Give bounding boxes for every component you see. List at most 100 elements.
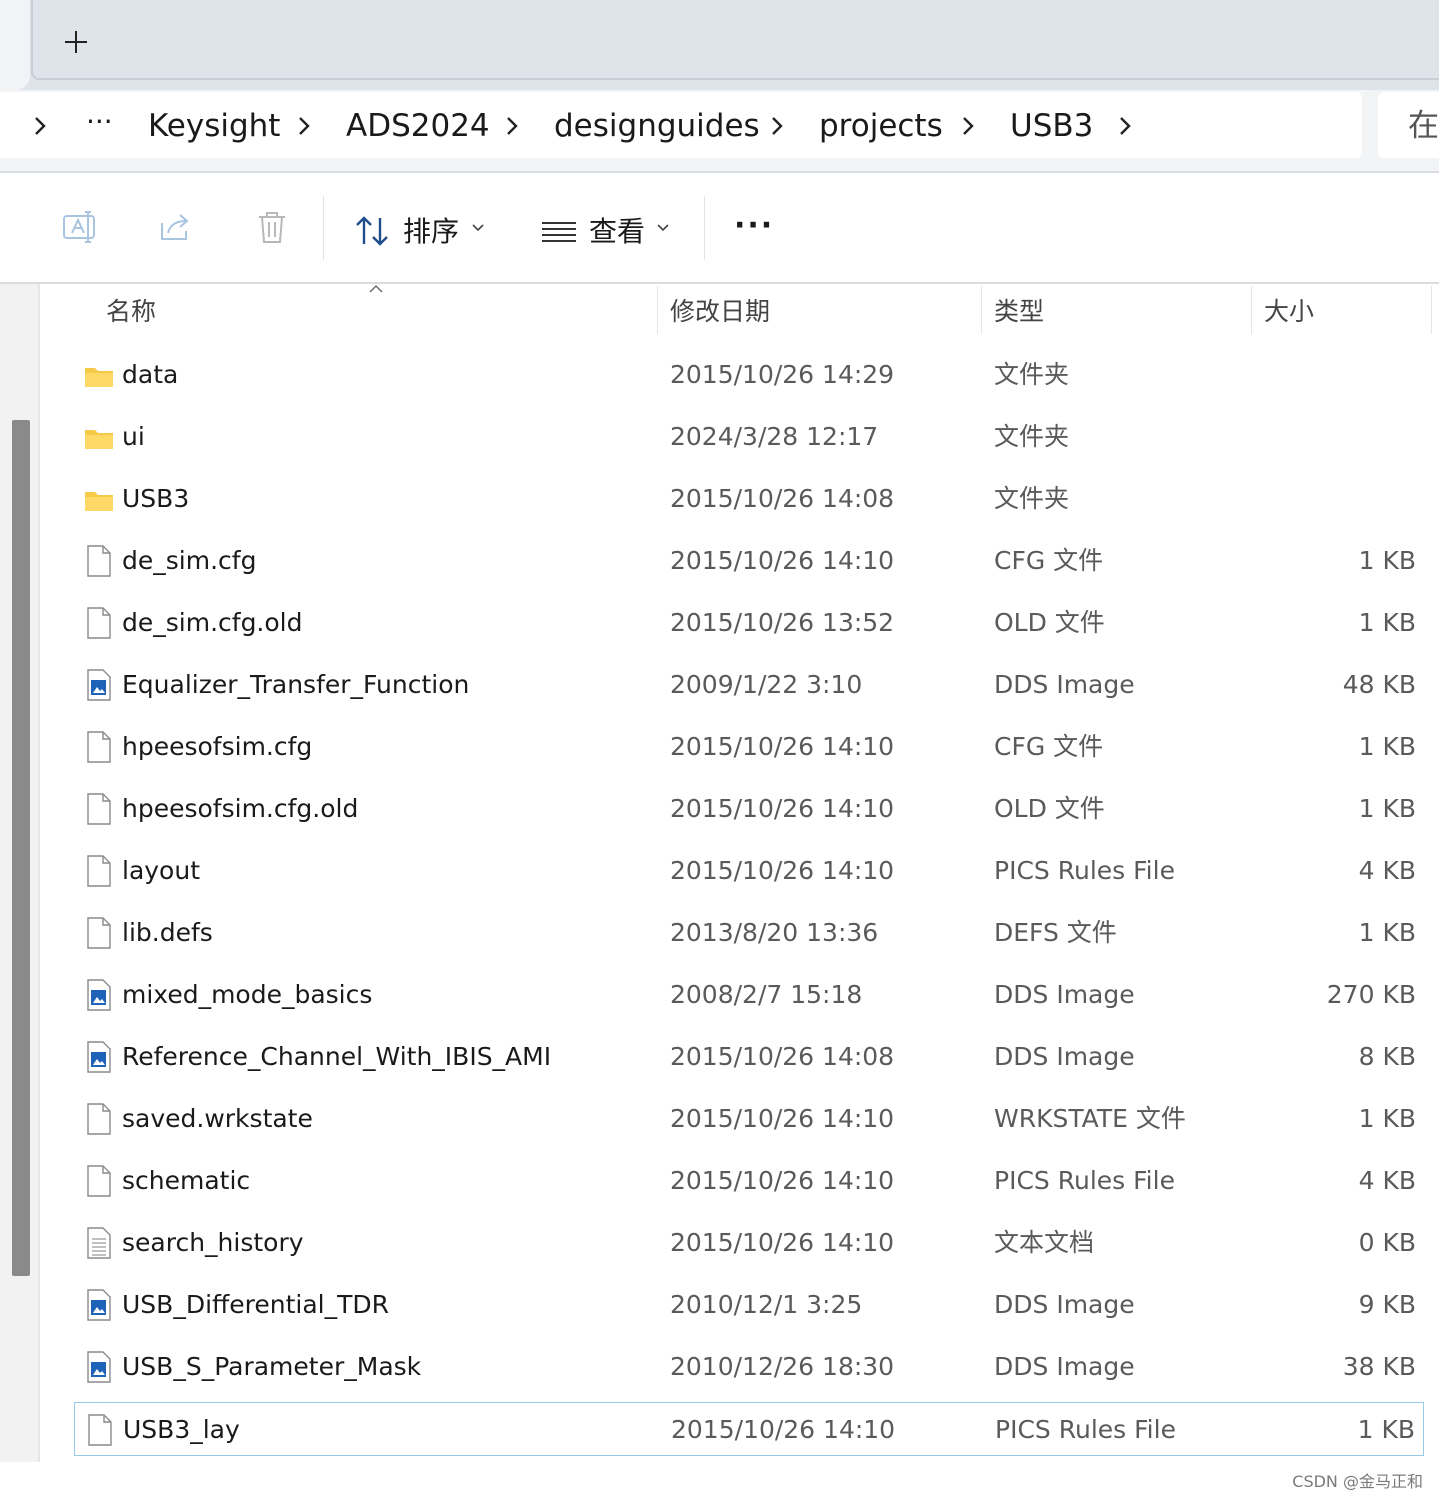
file-row[interactable]: USB_Differential_TDR 2010/12/1 3:25 DDS Im… xyxy=(74,1278,1424,1332)
file-row[interactable]: USB3 2015/10/26 14:08 文件夹 xyxy=(74,472,1424,526)
file-row[interactable]: ui 2024/3/28 12:17 文件夹 xyxy=(74,410,1424,464)
file-type: DDS Image xyxy=(994,670,1135,699)
file-size: 0 KB xyxy=(1358,1228,1416,1257)
folder-icon xyxy=(84,358,114,392)
file-row[interactable]: de_sim.cfg.old 2015/10/26 13:52 OLD 文件 1 KB xyxy=(74,596,1424,650)
chevron-right-icon[interactable] xyxy=(292,108,318,144)
file-row[interactable]: mixed_mode_basics 2008/2/7 15:18 DDS Image… xyxy=(74,968,1424,1022)
file-icon xyxy=(84,730,114,764)
file-type: 文件夹 xyxy=(994,484,1070,513)
file-name: de_sim.cfg.old xyxy=(122,608,303,637)
chevron-right-icon[interactable] xyxy=(1113,108,1139,144)
breadcrumb-item-designguides[interactable]: designguides xyxy=(554,104,760,148)
file-row[interactable]: schematic 2015/10/26 14:10 PICS Rules File… xyxy=(74,1154,1424,1208)
breadcrumb-overflow[interactable]: ··· xyxy=(86,100,113,144)
file-modified-date: 2013/8/20 13:36 xyxy=(670,918,879,947)
file-row[interactable]: layout 2015/10/26 14:10 PICS Rules File 4 K… xyxy=(74,844,1424,898)
file-size: 48 KB xyxy=(1342,670,1416,699)
file-name: lib.defs xyxy=(122,918,213,947)
image-file-icon xyxy=(84,1040,114,1074)
file-modified-date: 2008/2/7 15:18 xyxy=(670,980,863,1009)
share-icon[interactable] xyxy=(154,205,198,249)
file-size: 38 KB xyxy=(1342,1352,1416,1381)
breadcrumb-item-keysight[interactable]: Keysight xyxy=(148,104,280,148)
file-row[interactable]: search_history 2015/10/26 14:10 文本文档 0 KB xyxy=(74,1216,1424,1270)
chevron-right-icon[interactable] xyxy=(500,108,526,144)
file-icon xyxy=(84,606,114,640)
file-name: saved.wrkstate xyxy=(122,1104,313,1133)
column-separator[interactable] xyxy=(1251,286,1252,334)
active-tab-edge[interactable] xyxy=(0,0,30,90)
file-size: 8 KB xyxy=(1358,1042,1416,1071)
column-separator[interactable] xyxy=(657,286,658,334)
column-header-size[interactable]: 大小 xyxy=(1264,290,1314,334)
sort-icon[interactable] xyxy=(352,210,396,254)
file-row[interactable]: lib.defs 2013/8/20 13:36 DEFS 文件 1 KB xyxy=(74,906,1424,960)
column-header-date[interactable]: 修改日期 xyxy=(670,290,770,334)
file-modified-date: 2015/10/26 14:10 xyxy=(671,1415,896,1444)
view-button[interactable]: 查看 xyxy=(589,210,645,254)
file-row[interactable]: Reference_Channel_With_IBIS_AMI 2015/10/2… xyxy=(74,1030,1424,1084)
chevron-right-icon[interactable] xyxy=(28,108,54,144)
chevron-down-icon[interactable] xyxy=(470,220,486,236)
file-row[interactable]: hpeesofsim.cfg 2015/10/26 14:10 CFG 文件 1 KB xyxy=(74,720,1424,774)
column-header-type[interactable]: 类型 xyxy=(994,290,1044,334)
folder-icon xyxy=(84,482,114,516)
image-file-icon xyxy=(84,978,114,1012)
file-modified-date: 2010/12/26 18:30 xyxy=(670,1352,895,1381)
tab-bar-area xyxy=(31,0,1439,80)
file-row[interactable]: Equalizer_Transfer_Function 2009/1/22 3:1… xyxy=(74,658,1424,712)
file-row[interactable]: data 2015/10/26 14:29 文件夹 xyxy=(74,348,1424,402)
file-name: Equalizer_Transfer_Function xyxy=(122,670,470,699)
column-separator[interactable] xyxy=(981,286,982,334)
file-type: WRKSTATE 文件 xyxy=(994,1104,1186,1133)
file-name: USB_S_Parameter_Mask xyxy=(122,1352,422,1381)
file-row[interactable]: saved.wrkstate 2015/10/26 14:10 WRKSTATE 文… xyxy=(74,1092,1424,1146)
file-row[interactable]: de_sim.cfg 2015/10/26 14:10 CFG 文件 1 KB xyxy=(74,534,1424,588)
sort-button[interactable]: 排序 xyxy=(403,210,459,254)
file-name: Reference_Channel_With_IBIS_AMI xyxy=(122,1042,552,1071)
chevron-right-icon[interactable] xyxy=(956,108,982,144)
file-icon xyxy=(84,1102,114,1136)
file-type: DEFS 文件 xyxy=(994,918,1117,947)
file-size: 9 KB xyxy=(1358,1290,1416,1319)
view-icon[interactable] xyxy=(538,210,582,254)
file-row[interactable]: hpeesofsim.cfg.old 2015/10/26 14:10 OLD 文件… xyxy=(74,782,1424,836)
file-type: 文本文档 xyxy=(994,1228,1095,1257)
file-row[interactable]: USB_S_Parameter_Mask 2010/12/26 18:30 DDS … xyxy=(74,1340,1424,1394)
chevron-down-icon[interactable] xyxy=(655,220,671,236)
pane-divider[interactable] xyxy=(38,284,40,1462)
command-bar xyxy=(0,173,1439,283)
file-name: hpeesofsim.cfg.old xyxy=(122,794,359,823)
file-type: OLD 文件 xyxy=(994,794,1105,823)
file-modified-date: 2015/10/26 14:08 xyxy=(670,1042,895,1071)
file-name: mixed_mode_basics xyxy=(122,980,373,1009)
file-modified-date: 2015/10/26 14:10 xyxy=(670,732,895,761)
image-file-icon xyxy=(84,1288,114,1322)
file-modified-date: 2024/3/28 12:17 xyxy=(670,422,879,451)
column-header-name[interactable]: 名称 xyxy=(106,290,156,334)
file-size: 1 KB xyxy=(1358,918,1416,947)
column-separator[interactable] xyxy=(1431,286,1432,334)
chevron-right-icon[interactable] xyxy=(765,108,791,144)
text-file-icon xyxy=(84,1226,114,1260)
rename-icon[interactable] xyxy=(58,205,102,249)
sort-ascending-icon xyxy=(369,285,383,293)
breadcrumb-item-usb3[interactable]: USB3 xyxy=(1010,104,1093,148)
watermark: CSDN @金马正和 xyxy=(1292,1472,1423,1491)
nav-pane-scrollbar-thumb[interactable] xyxy=(12,420,30,1276)
file-name: ui xyxy=(122,422,145,451)
trash-icon[interactable] xyxy=(250,205,294,249)
file-icon xyxy=(84,854,114,888)
breadcrumb-item-projects[interactable]: projects xyxy=(819,104,943,148)
more-options-button[interactable]: ··· xyxy=(734,204,774,248)
file-modified-date: 2015/10/26 13:52 xyxy=(670,608,895,637)
toolbar-separator xyxy=(323,196,324,260)
file-type: OLD 文件 xyxy=(994,608,1105,637)
file-row[interactable]: USB3_lay 2015/10/26 14:10 PICS Rules File 1… xyxy=(74,1402,1424,1456)
file-type: DDS Image xyxy=(994,980,1135,1009)
new-tab-button[interactable] xyxy=(54,20,98,64)
breadcrumb-item-ads2024[interactable]: ADS2024 xyxy=(346,104,490,148)
file-size: 1 KB xyxy=(1358,1104,1416,1133)
file-type: DDS Image xyxy=(994,1290,1135,1319)
